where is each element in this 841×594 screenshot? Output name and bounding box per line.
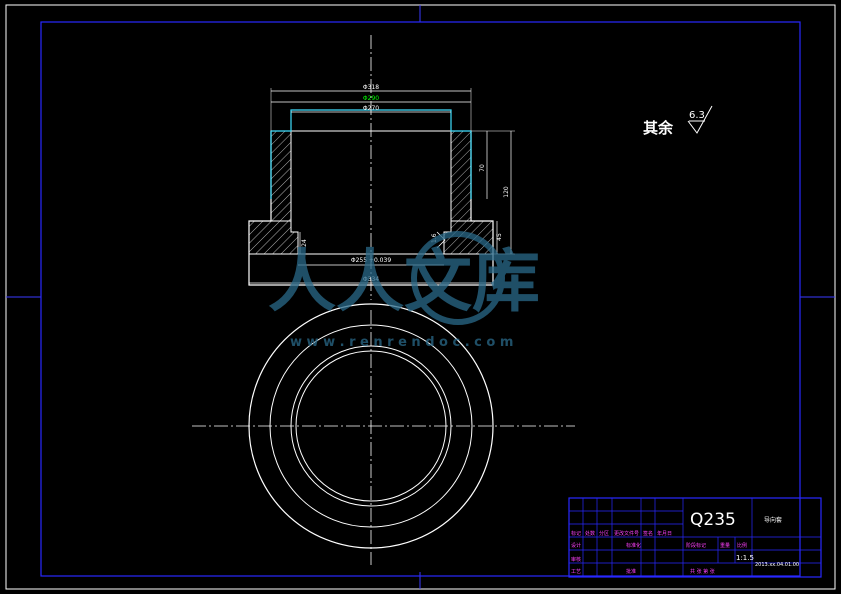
date-text: 2013.xx.04.01.00 <box>755 562 799 568</box>
roughness-note-value: 6.3 <box>689 110 705 121</box>
watermark-url: w w w . r e n r e n d o c . c o m <box>290 335 513 350</box>
title-block: Q235 导向套 1:1.5 2013.xx.04.01.00 标记 处数 分区… <box>568 497 822 578</box>
label-mark: 标记 <box>571 530 581 537</box>
roughness-note: 其余 6.3 <box>643 105 713 137</box>
label-count: 处数 <box>585 530 595 537</box>
dim-right-inner: 70 <box>479 164 486 172</box>
label-standard: 标准化 <box>626 542 641 549</box>
label-reviewer: 审核 <box>571 556 581 563</box>
part-name-text: 导向套 <box>764 516 782 524</box>
label-sheets: 共 张 第 张 <box>690 568 715 575</box>
label-stage: 阶段标记 <box>686 542 706 549</box>
dim-right-total: 120 <box>503 186 510 198</box>
label-sign: 签名 <box>643 530 653 537</box>
material-text: Q235 <box>690 510 736 530</box>
watermark-brand: 人人文库 <box>268 243 540 322</box>
label-change-doc: 更改文件号 <box>614 530 639 537</box>
cad-drawing: Φ318 Φ290 Φ270 70 120 45 24 Φ255 +0.039 … <box>5 4 836 590</box>
scale-text: 1:1.5 <box>736 554 754 562</box>
dim-top-green: Φ290 <box>363 95 379 102</box>
left-wall-hatch <box>270 130 292 222</box>
dim-bore: Φ270 <box>363 105 379 112</box>
watermark: 人人文库 w w w . r e n r e n d o c . c o m <box>268 231 540 350</box>
label-date: 年月日 <box>657 530 672 537</box>
label-scale: 比例 <box>737 542 747 549</box>
label-zone: 分区 <box>599 530 609 537</box>
right-wall-hatch <box>450 130 472 222</box>
dim-top-outer: Φ318 <box>363 84 379 91</box>
label-weight: 重量 <box>720 542 730 549</box>
label-approve: 批准 <box>626 568 636 575</box>
label-process: 工艺 <box>571 569 581 575</box>
label-designer: 设计 <box>571 542 581 549</box>
roughness-note-label: 其余 <box>643 119 674 137</box>
dim-right-flange: 45 <box>496 233 503 241</box>
